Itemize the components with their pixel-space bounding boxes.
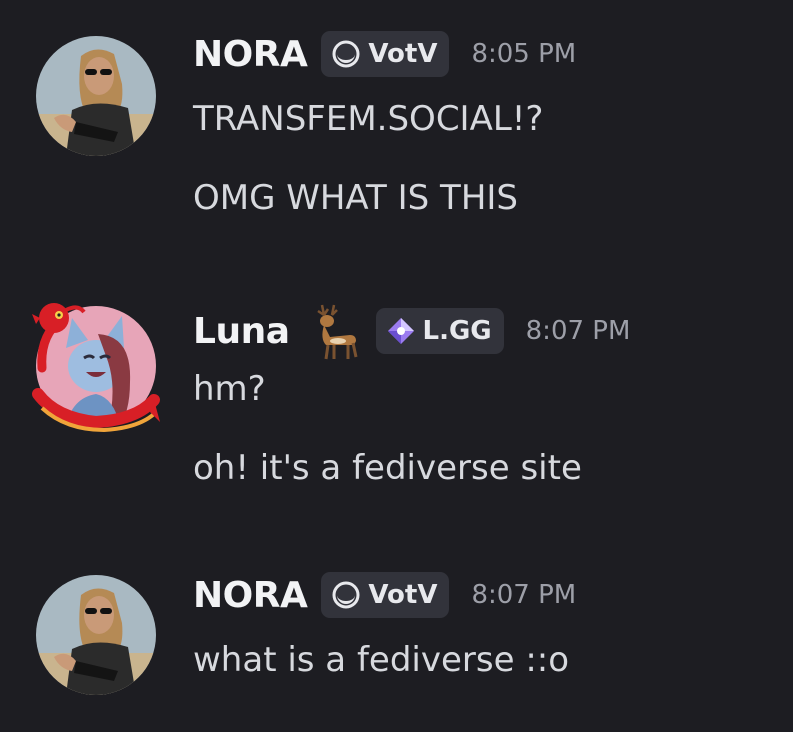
message-text: what is a fediverse ::o <box>193 640 570 680</box>
guild-tag-label: VotV <box>368 580 438 610</box>
woman-sunglasses-avatar-icon <box>36 36 156 156</box>
username[interactable]: NORA <box>193 575 308 616</box>
dragon-avatar-decoration-icon <box>32 303 160 433</box>
sparkle-diamond-icon <box>387 318 414 344</box>
message-text: TRANSFEM.SOCIAL!? <box>193 99 544 139</box>
timestamp[interactable]: 8:07 PM <box>471 580 576 610</box>
crescent-moon-icon <box>332 40 360 68</box>
message-header: NORA VotV 8:05 PM <box>193 31 576 77</box>
message-header: NORA VotV 8:07 PM <box>193 572 576 618</box>
avatar[interactable] <box>36 36 156 156</box>
username[interactable]: NORA <box>193 34 308 75</box>
guild-tag[interactable]: VotV <box>321 572 450 618</box>
guild-tag-label: L.GG <box>422 316 492 346</box>
username[interactable]: Luna <box>193 311 290 352</box>
avatar[interactable] <box>36 575 156 695</box>
guild-tag[interactable]: L.GG <box>375 308 504 354</box>
timestamp[interactable]: 8:07 PM <box>526 316 631 346</box>
message-text: hm? <box>193 369 266 409</box>
message-text: oh! it's a fediverse site <box>193 448 582 488</box>
deer-emoji-icon <box>316 304 357 360</box>
message-text: OMG WHAT IS THIS <box>193 178 518 218</box>
message-header: Luna L.GG 8:07 PM <box>193 301 630 361</box>
timestamp[interactable]: 8:05 PM <box>471 39 576 69</box>
guild-tag-label: VotV <box>368 39 438 69</box>
guild-tag[interactable]: VotV <box>321 31 450 77</box>
crescent-moon-icon <box>332 581 360 609</box>
chat-log: NORA VotV 8:05 PM TRANSFEM.SOCIAL!? OMG … <box>0 0 793 732</box>
woman-sunglasses-avatar-icon <box>36 575 156 695</box>
